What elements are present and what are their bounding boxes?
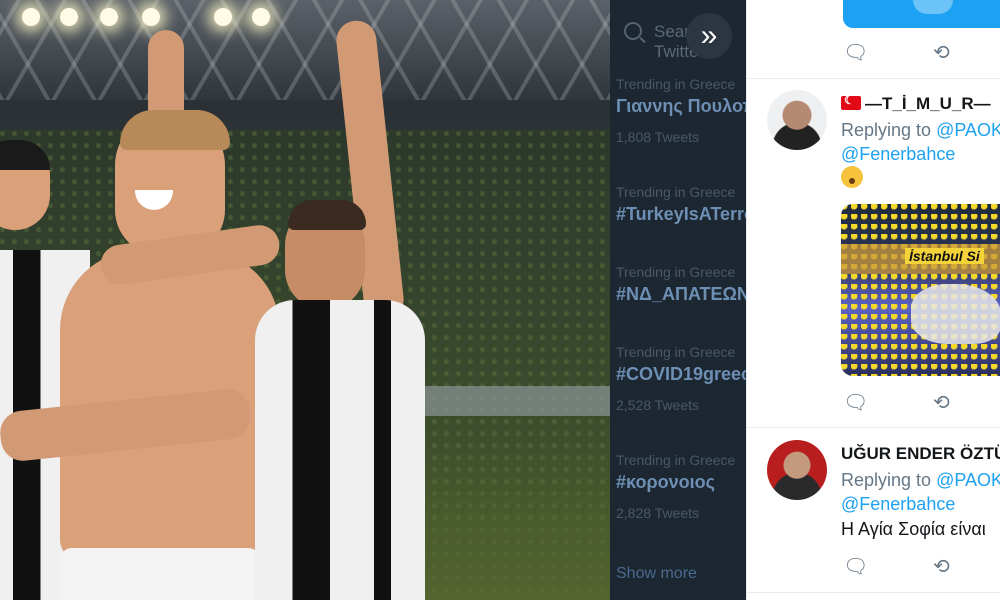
trend-location: Trending in Greece (616, 344, 736, 360)
tweet-media[interactable]: İstanbul Si (841, 204, 1000, 376)
reply-icon[interactable]: 🗨 (843, 40, 868, 65)
trend-location: Trending in Greece (616, 184, 736, 200)
trend-item[interactable]: Trending in Greece Γιαννης Πουλοπουλος 1… (616, 76, 746, 145)
divider (747, 592, 1000, 593)
stadium-roof (0, 0, 610, 100)
trend-count: 2,528 Tweets (616, 397, 700, 413)
trend-location: Trending in Greece (616, 76, 736, 92)
mention-link[interactable]: @PAOK_FC (936, 470, 1000, 490)
tweet-text: Η Αγία Σοφία είναι (841, 519, 986, 539)
retweet-icon[interactable]: ⟲ (933, 554, 950, 579)
tweet-username[interactable]: UĞUR ENDER ÖZTÜRK (841, 444, 1000, 464)
stadium-banner (410, 386, 610, 416)
trend-name: #COVID19greece (616, 364, 746, 384)
tweet-photo[interactable] (0, 0, 610, 600)
turkey-flag-icon (841, 93, 861, 110)
trend-name: #ΝΔ_ΑΠΑΤΕΩΝΕΣ (616, 284, 746, 304)
floodlight (214, 8, 232, 26)
divider (747, 427, 1000, 428)
trend-item[interactable]: Trending in Greece #COVID19greece 2,528 … (616, 344, 746, 413)
floodlight (100, 8, 118, 26)
username-text: —T_İ_M_U_R— (865, 94, 991, 113)
reply-icon[interactable]: 🗨 (843, 554, 868, 579)
player-hair (120, 110, 230, 150)
hushed-face-emoji-icon (841, 166, 863, 188)
mention-link[interactable]: @Fenerbahce (841, 144, 955, 165)
mention-link[interactable]: @PAOK_FC (936, 120, 1000, 140)
trend-name: Γιαννης Πουλοπουλος (616, 96, 746, 116)
reply-prefix: Replying to (841, 120, 937, 140)
replying-to: Replying to @PAOK_FC (841, 470, 1000, 491)
floodlight (60, 8, 78, 26)
avatar[interactable] (767, 90, 827, 150)
player-jersey (255, 300, 425, 600)
timeline: 🗨 ⟲ —T_İ_M_U_R— Replying to @PAOK_FC @Fe… (746, 0, 1000, 600)
divider (747, 78, 1000, 79)
trend-count: 2,828 Tweets (616, 505, 700, 521)
trend-location: Trending in Greece (616, 264, 736, 280)
search-icon[interactable] (624, 22, 642, 40)
media-horse-graphic (911, 284, 1000, 344)
trend-item[interactable]: Trending in Greece #κορονοιος 2,828 Twee… (616, 452, 735, 521)
media-button[interactable] (843, 0, 1000, 28)
reply-prefix: Replying to (841, 470, 937, 490)
retweet-icon[interactable]: ⟲ (933, 390, 950, 415)
collapse-icon[interactable]: » (686, 13, 732, 59)
trend-location: Trending in Greece (616, 452, 736, 468)
avatar[interactable] (767, 440, 827, 500)
floodlight (252, 8, 270, 26)
trend-count: 1,808 Tweets (616, 129, 700, 145)
trend-item[interactable]: Trending in Greece #ΝΔ_ΑΠΑΤΕΩΝΕΣ (616, 264, 746, 305)
media-sign: İstanbul Si (905, 248, 984, 264)
player-shorts (60, 548, 260, 600)
trend-name: #TurkeyIsATerroristState (616, 204, 746, 224)
player-hair (288, 200, 366, 230)
floodlight (22, 8, 40, 26)
tweet-username[interactable]: —T_İ_M_U_R— (841, 93, 991, 114)
mention-link[interactable]: @Fenerbahce (841, 494, 955, 515)
trend-item[interactable]: Trending in Greece #TurkeyIsATerroristSt… (616, 184, 746, 225)
floodlight (142, 8, 160, 26)
show-more-link[interactable]: Show more (616, 565, 697, 583)
retweet-icon[interactable]: ⟲ (933, 40, 950, 65)
reply-icon[interactable]: 🗨 (843, 390, 868, 415)
trend-name: #κορονοιος (616, 472, 715, 492)
trends-sidebar: Search Twitter Trending in Greece Γιαννη… (610, 0, 746, 600)
replying-to: Replying to @PAOK_FC (841, 120, 1000, 141)
